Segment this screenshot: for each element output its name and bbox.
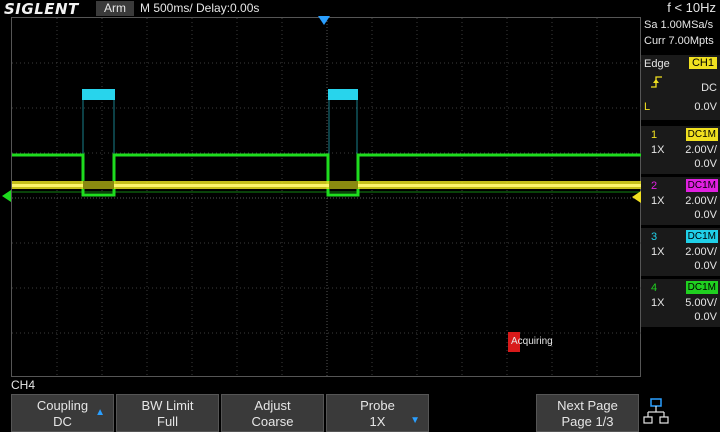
channel-3-number: 3 — [651, 231, 658, 243]
channel-4-probe: 1X — [651, 297, 665, 309]
ch4-ground-marker-icon[interactable] — [0, 190, 11, 202]
channel-4-panel[interactable]: 4 DC1M 1X 5.00V/ 0.0V — [641, 279, 720, 327]
softkey-bw-limit[interactable]: BW Limit Full — [116, 394, 219, 432]
trigger-level: 0.0V — [694, 101, 717, 113]
trigger-panel[interactable]: Edge CH1 DC L 0.0V — [641, 55, 720, 120]
softkey-probe[interactable]: Probe 1X ▼ — [326, 394, 429, 432]
rising-edge-icon — [651, 76, 662, 88]
softkey-next-page[interactable]: Next Page Page 1/3 — [536, 394, 639, 432]
channel-4-offset: 0.0V — [694, 311, 717, 323]
trigger-coupling: DC — [701, 82, 717, 94]
softkey-label: BW Limit — [141, 398, 194, 413]
channel-1-number: 1 — [651, 129, 658, 141]
channel-1-scale: 2.00V/ — [685, 144, 717, 156]
acquisition-info: Sa 1.00MSa/s Curr 7.00Mpts — [641, 17, 720, 49]
channel-1-coupling: DC1M — [685, 128, 718, 141]
channel-4-coupling: DC1M — [685, 281, 718, 294]
trigger-status-badge: Arm — [96, 1, 134, 16]
softkey-label: Probe — [360, 398, 395, 413]
softkey-coupling[interactable]: Coupling DC ▲ — [11, 394, 114, 432]
trigger-type: Edge — [644, 58, 670, 70]
trigger-source: CH1 — [688, 57, 717, 69]
softkey-value: Page 1/3 — [561, 414, 614, 429]
network-icon[interactable] — [643, 396, 671, 428]
menu-title: CH4 — [11, 378, 36, 392]
channel-2-panel[interactable]: 2 DC1M 1X 2.00V/ 0.0V — [641, 177, 720, 225]
channel-1-panel[interactable]: 1 DC1M 1X 2.00V/ 0.0V — [641, 126, 720, 174]
channel-2-probe: 1X — [651, 195, 665, 207]
channel-1-offset: 0.0V — [694, 158, 717, 170]
trigger-level-label: L — [644, 101, 651, 113]
channel-3-offset: 0.0V — [694, 260, 717, 272]
softkey-value: Full — [157, 414, 178, 429]
sample-rate: Sa 1.00MSa/s — [644, 19, 714, 31]
softkey-empty[interactable] — [431, 394, 534, 432]
channel-4-number: 4 — [651, 282, 658, 294]
trigger-level-marker-icon[interactable] — [632, 191, 641, 203]
status-bar: SIGLENT Arm M 500ms/ Delay:0.00s f < 10H… — [0, 0, 720, 18]
ch3-trace — [82, 89, 358, 186]
softkey-adjust[interactable]: Adjust Coarse — [221, 394, 324, 432]
timebase-readout[interactable]: M 500ms/ Delay:0.00s — [140, 1, 259, 15]
ch1-trace — [12, 181, 642, 189]
channel-4-scale: 5.00V/ — [685, 297, 717, 309]
arrow-up-icon: ▲ — [95, 407, 105, 418]
channel-3-probe: 1X — [651, 246, 665, 258]
channel-2-offset: 0.0V — [694, 209, 717, 221]
waveform-display[interactable]: Acquiring — [11, 17, 642, 378]
channel-1-probe: 1X — [651, 144, 665, 156]
trigger-position-marker-icon — [318, 16, 330, 25]
graticule — [12, 18, 642, 378]
brand-logo: SIGLENT — [4, 0, 79, 18]
memory-depth: Curr 7.00Mpts — [644, 35, 714, 47]
channel-2-coupling: DC1M — [685, 179, 718, 192]
acquiring-text: Acquiring — [511, 336, 553, 347]
frequency-counter: f < 10Hz — [667, 0, 716, 15]
softkey-value: Coarse — [251, 414, 294, 429]
channel-3-panel[interactable]: 3 DC1M 1X 2.00V/ 0.0V — [641, 228, 720, 276]
arrow-down-icon: ▼ — [410, 415, 420, 426]
channel-3-coupling: DC1M — [685, 230, 718, 243]
channel-2-number: 2 — [651, 180, 658, 192]
softkey-label: Adjust — [254, 398, 291, 413]
softkey-label: Next Page — [557, 398, 618, 413]
channel-2-scale: 2.00V/ — [685, 195, 717, 207]
channel-3-scale: 2.00V/ — [685, 246, 717, 258]
